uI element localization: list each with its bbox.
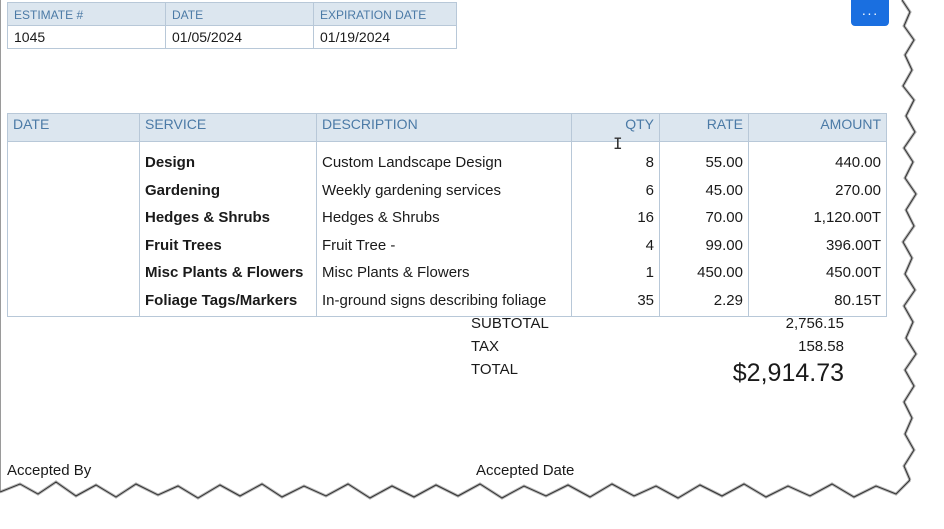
row-description: Custom Landscape Design [316,141,572,177]
row-description: Misc Plants & Flowers [316,259,572,287]
subtotal-label: SUBTOTAL [471,315,549,332]
table-row[interactable]: Design Custom Landscape Design 8 55.00 4… [7,141,887,177]
row-amount: 450.00T [748,259,887,287]
row-rate: 70.00 [659,204,749,232]
row-service: Gardening [139,176,317,204]
torn-edge-bottom [0,478,944,529]
row-amount: 80.15T [748,286,887,317]
row-date [7,286,140,317]
col-date: DATE [7,113,140,142]
row-date [7,259,140,287]
row-amount: 1,120.00T [748,204,887,232]
row-description: Weekly gardening services [316,176,572,204]
row-date [7,204,140,232]
row-description: Hedges & Shrubs [316,204,572,232]
more-options-button[interactable]: ··· [851,0,889,26]
date-value: 01/05/2024 [165,25,314,49]
estimate-document: ESTIMATE # DATE EXPIRATION DATE 1045 01/… [0,0,904,492]
table-row[interactable]: Foliage Tags/Markers In-ground signs des… [7,286,887,317]
row-service: Foliage Tags/Markers [139,286,317,317]
tax-label: TAX [471,338,500,355]
table-row[interactable]: Misc Plants & Flowers Misc Plants & Flow… [7,259,887,287]
table-row[interactable]: Fruit Trees Fruit Tree - 4 99.00 396.00T [7,231,887,259]
line-items-table: DATE SERVICE DESCRIPTION QTY RATE AMOUNT… [7,113,887,317]
row-qty: 16 [571,204,660,232]
row-rate: 45.00 [659,176,749,204]
row-rate: 2.29 [659,286,749,317]
row-rate: 99.00 [659,231,749,259]
table-row[interactable]: Hedges & Shrubs Hedges & Shrubs 16 70.00… [7,204,887,232]
row-service: Misc Plants & Flowers [139,259,317,287]
row-rate: 55.00 [659,141,749,177]
row-amount: 440.00 [748,141,887,177]
col-rate: RATE [659,113,749,142]
row-date [7,176,140,204]
row-qty: 6 [571,176,660,204]
text-cursor-icon: I [613,134,623,153]
row-date [7,231,140,259]
row-description: In-ground signs describing foliage [316,286,572,317]
col-service: SERVICE [139,113,317,142]
line-items-header-row: DATE SERVICE DESCRIPTION QTY RATE AMOUNT [7,113,887,142]
row-qty: 4 [571,231,660,259]
tax-value: 158.58 [798,338,844,355]
total-value: $2,914.73 [732,359,844,387]
torn-edge-right [900,0,944,481]
row-rate: 450.00 [659,259,749,287]
estimate-number-header: ESTIMATE # [7,2,166,26]
estimate-number-value: 1045 [7,25,166,49]
row-description: Fruit Tree - [316,231,572,259]
row-qty: 1 [571,259,660,287]
expiration-date-header: EXPIRATION DATE [313,2,457,26]
row-service: Hedges & Shrubs [139,204,317,232]
row-service: Fruit Trees [139,231,317,259]
row-service: Design [139,141,317,177]
row-amount: 270.00 [748,176,887,204]
row-date [7,141,140,177]
row-qty: 35 [571,286,660,317]
expiration-date-value: 01/19/2024 [313,25,457,49]
total-label: TOTAL [471,361,518,378]
col-description: DESCRIPTION [316,113,572,142]
date-header: DATE [165,2,314,26]
ellipsis-icon: ··· [861,5,879,21]
row-amount: 396.00T [748,231,887,259]
subtotal-value: 2,756.15 [785,315,844,332]
estimate-info-table: ESTIMATE # DATE EXPIRATION DATE 1045 01/… [7,2,457,49]
table-row[interactable]: Gardening Weekly gardening services 6 45… [7,176,887,204]
col-amount: AMOUNT [748,113,887,142]
